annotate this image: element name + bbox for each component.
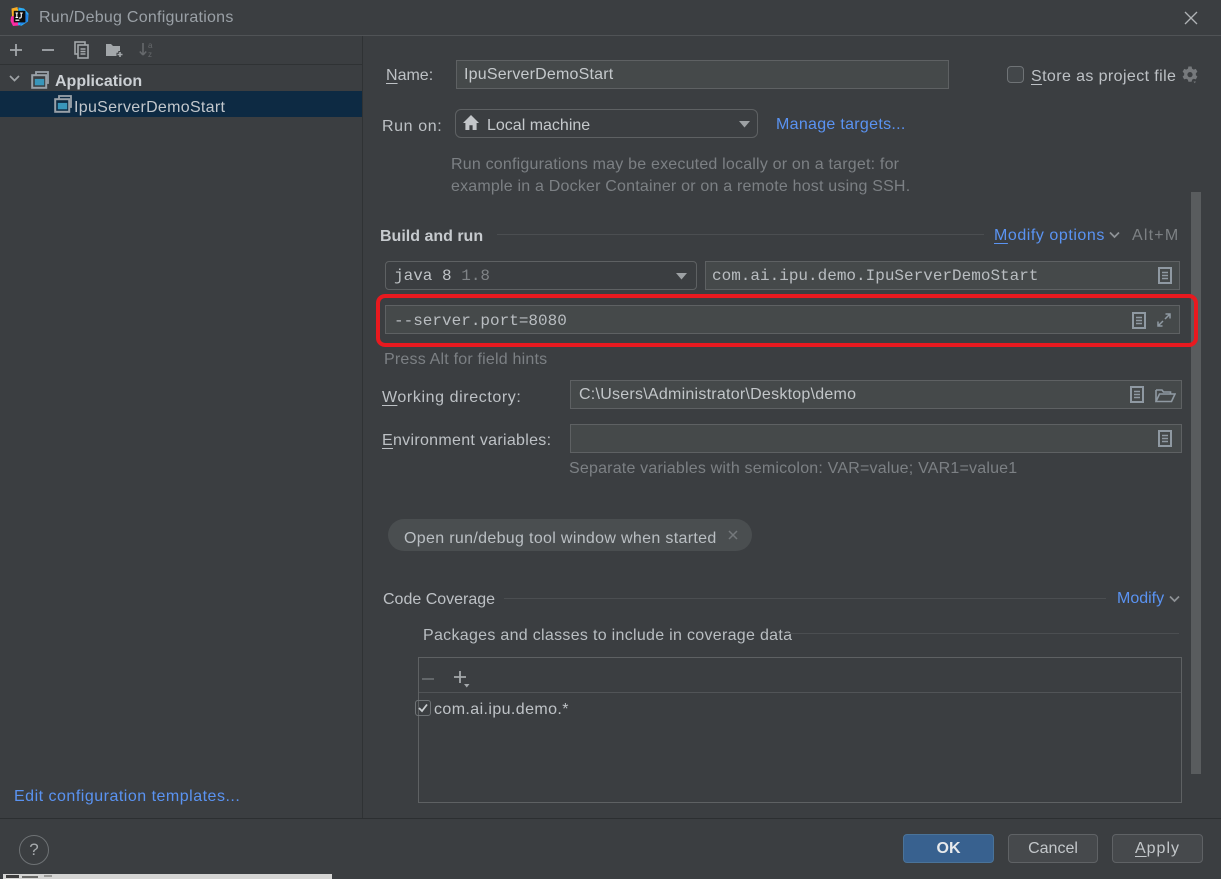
svg-text:z: z xyxy=(148,50,152,59)
svg-text:a: a xyxy=(148,41,153,50)
